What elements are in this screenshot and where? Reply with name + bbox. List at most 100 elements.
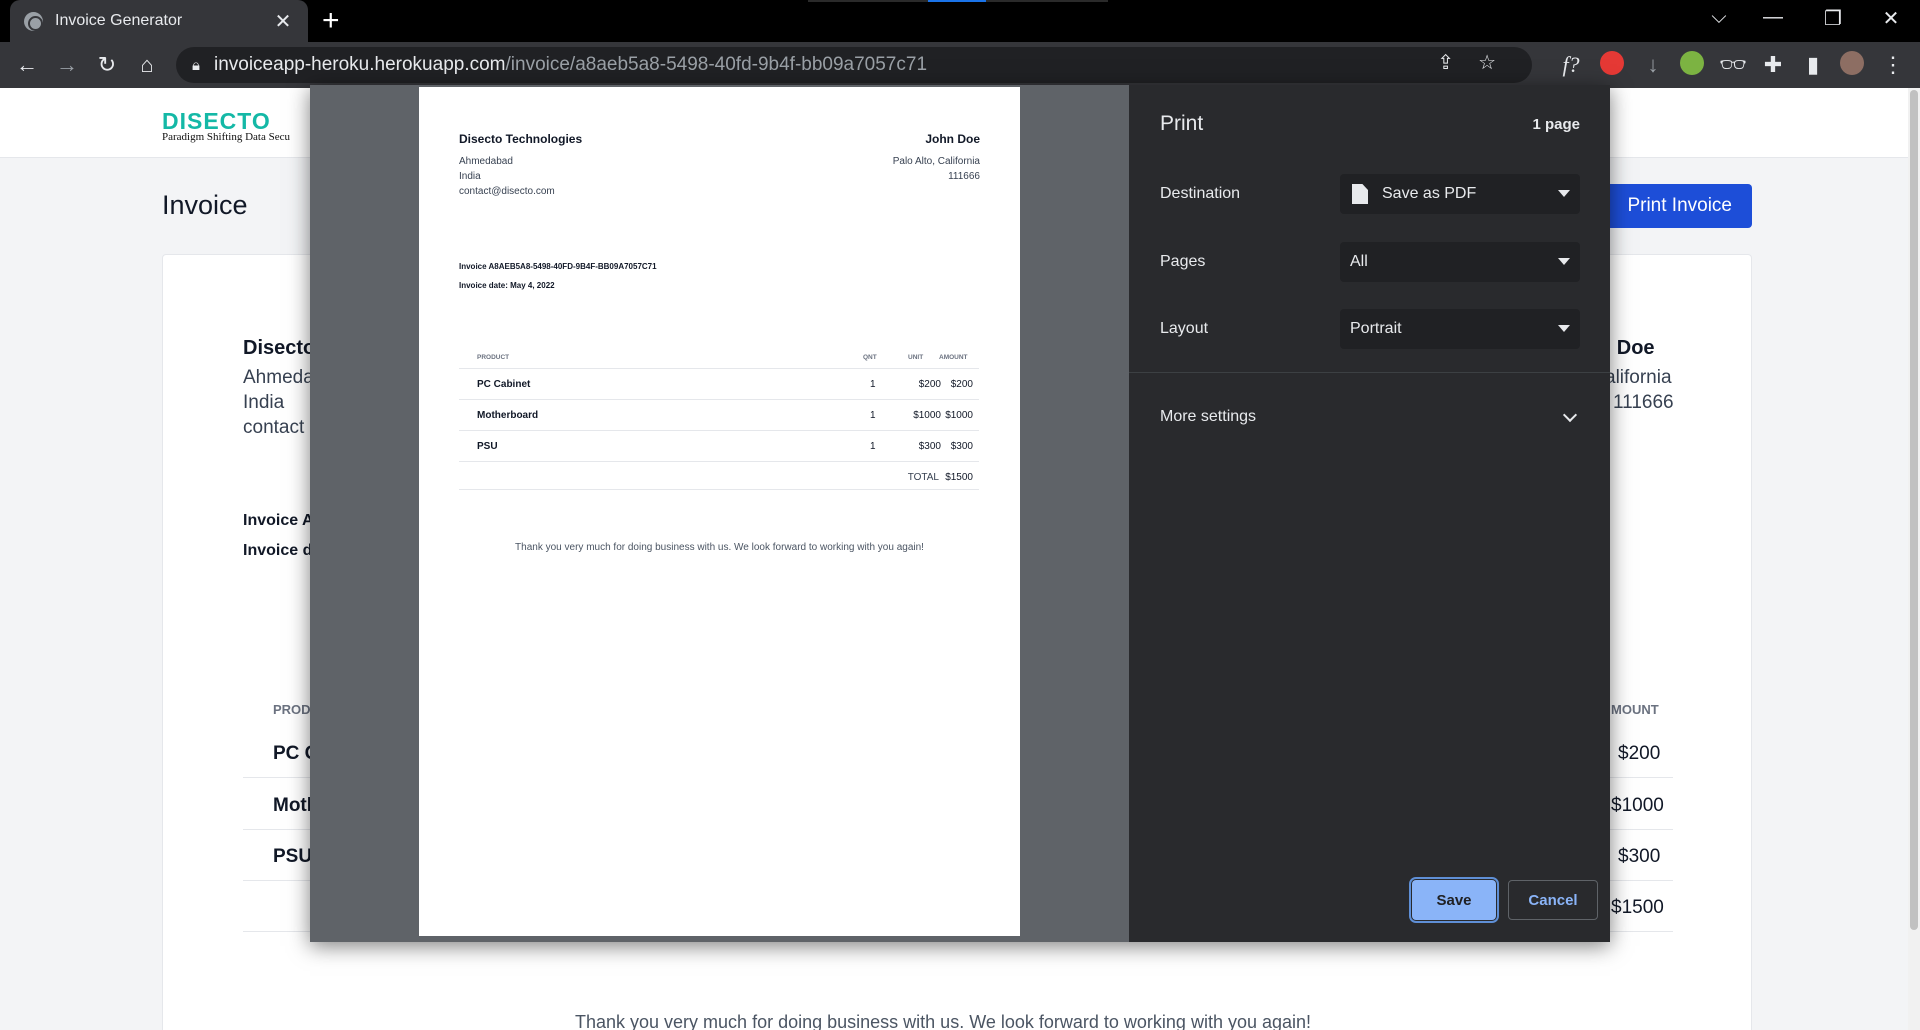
company-email: contact — [243, 417, 305, 438]
home-icon[interactable]: ⌂ — [132, 50, 162, 80]
close-tab-icon[interactable]: ✕ — [272, 9, 294, 34]
side-panel-icon[interactable]: ▮ — [1798, 50, 1828, 80]
preview-company-email: contact@disecto.com — [459, 186, 555, 197]
preview-row-product: PC Cabinet — [477, 379, 531, 390]
dropdown-caret-icon — [1558, 190, 1570, 197]
dropdown-caret-icon — [1558, 258, 1570, 265]
preview-client-zip: 111666 — [948, 171, 980, 182]
preview-company-country: India — [459, 171, 481, 182]
menu-kebab-icon[interactable]: ⋮ — [1878, 50, 1908, 80]
row-amount: $200 — [1618, 743, 1661, 764]
forward-icon[interactable]: → — [52, 50, 82, 80]
preview-col-product: PRODUCT — [477, 354, 510, 361]
print-preview-area: Disecto Technologies Ahmedabad India con… — [310, 85, 1129, 942]
invoice-number: Invoice A — [243, 512, 314, 529]
profile-avatar[interactable] — [1840, 51, 1864, 75]
preview-invoice-number: Invoice A8AEB5A8-5498-40FD-9B4F-BB09A705… — [459, 262, 657, 271]
pages-select[interactable]: All — [1340, 242, 1580, 282]
row-amount: $1000 — [1611, 795, 1664, 816]
layout-select[interactable]: Portrait — [1340, 309, 1580, 349]
extensions-puzzle-icon[interactable]: ✚ — [1758, 50, 1788, 80]
document-icon — [1352, 184, 1368, 204]
destination-label: Destination — [1160, 185, 1241, 202]
preview-row-product: PSU — [477, 441, 498, 452]
glasses-extension-icon[interactable]: 👓︎ — [1718, 50, 1748, 80]
url-path: /invoice/a8aeb5a8-5498-40fd-9b4f-bb09a70… — [505, 54, 928, 75]
pages-label: Pages — [1160, 253, 1206, 270]
stop-extension-icon[interactable] — [1600, 51, 1624, 75]
layout-value: Portrait — [1350, 320, 1402, 337]
formula-extension-icon[interactable]: f? — [1556, 50, 1586, 80]
cancel-button[interactable]: Cancel — [1508, 880, 1598, 920]
preview-thanks: Thank you very much for doing business w… — [515, 542, 924, 553]
tab-search-icon[interactable]: ⌵ — [1704, 6, 1734, 29]
browser-tab[interactable]: Invoice Generator ✕ — [10, 0, 308, 42]
page-scrollbar[interactable] — [1908, 88, 1920, 1030]
col-amount-header: MOUNT — [1611, 702, 1659, 717]
client-city: alifornia — [1605, 367, 1672, 388]
lock-icon[interactable]: 🔒︎ — [192, 57, 200, 74]
page-title: Invoice — [162, 190, 248, 220]
preview-row-unit: $1000 — [913, 410, 941, 421]
preview-divider — [459, 430, 979, 431]
preview-total-value: $1500 — [945, 472, 973, 483]
chevron-down-icon[interactable] — [1562, 407, 1578, 423]
tab-title: Invoice Generator — [55, 12, 183, 29]
preview-client-city: Palo Alto, California — [892, 156, 980, 167]
thanks-message: Thank you very much for doing business w… — [575, 1012, 1312, 1030]
download-icon[interactable]: ↓ — [1638, 50, 1668, 80]
preview-total-label: TOTAL — [907, 472, 939, 483]
settings-divider — [1129, 372, 1610, 373]
preview-row-qnt: 1 — [870, 441, 876, 452]
scrollbar-thumb[interactable] — [1910, 90, 1918, 930]
layout-label: Layout — [1160, 320, 1209, 337]
bookmark-star-icon[interactable]: ☆ — [1478, 50, 1496, 75]
preview-divider — [459, 368, 979, 369]
media-indicator — [808, 0, 1108, 2]
destination-value: Save as PDF — [1382, 185, 1477, 202]
add-extension-icon[interactable] — [1680, 51, 1704, 75]
print-invoice-button[interactable]: Print Invoice — [1592, 184, 1752, 228]
total-amount: $1500 — [1611, 897, 1664, 918]
preview-row-qnt: 1 — [870, 410, 876, 421]
share-icon[interactable]: ⇪ — [1437, 50, 1454, 75]
url-host: invoiceapp-heroku.herokuapp.com — [213, 54, 506, 75]
destination-select[interactable]: Save as PDF — [1340, 174, 1580, 214]
minimize-icon[interactable]: — — [1758, 6, 1788, 29]
more-settings-toggle[interactable]: More settings — [1160, 408, 1256, 426]
preview-invoice-date: Invoice date: May 4, 2022 — [459, 281, 555, 290]
screen: Invoice Generator ✕ + ⌵ — ❐ ✕ ← → ↻ ⌂ 🔒︎… — [0, 0, 1920, 1030]
preview-divider — [459, 461, 979, 462]
preview-col-unit: UNIT — [908, 354, 924, 361]
close-window-icon[interactable]: ✕ — [1876, 6, 1906, 31]
reload-icon[interactable]: ↻ — [92, 50, 122, 80]
preview-client: John Doe — [925, 132, 980, 146]
pages-value: All — [1350, 253, 1368, 270]
tab-strip: Invoice Generator ✕ + ⌵ — ❐ ✕ — [0, 0, 1920, 42]
restore-icon[interactable]: ❐ — [1818, 6, 1848, 31]
print-dialog: Disecto Technologies Ahmedabad India con… — [310, 85, 1610, 942]
preview-row-qnt: 1 — [870, 379, 876, 390]
new-tab-button[interactable]: + — [322, 6, 340, 36]
dropdown-caret-icon — [1558, 325, 1570, 332]
preview-row-product: Motherboard — [477, 410, 539, 421]
address-bar[interactable]: 🔒︎ invoiceapp-heroku.herokuapp.com /invo… — [176, 47, 1532, 83]
preview-company-city: Ahmedabad — [459, 156, 513, 167]
print-preview-page: Disecto Technologies Ahmedabad India con… — [419, 87, 1020, 936]
save-button[interactable]: Save — [1409, 877, 1499, 923]
preview-company: Disecto Technologies — [459, 132, 583, 146]
row-amount: $300 — [1618, 846, 1661, 867]
company-country: India — [243, 392, 285, 413]
print-settings-panel: Print 1 page Destination Save as PDF Pag… — [1129, 85, 1610, 942]
preview-row-amount: $300 — [950, 441, 973, 452]
globe-icon — [24, 11, 43, 31]
preview-divider — [459, 489, 979, 490]
back-icon[interactable]: ← — [12, 50, 42, 80]
print-title: Print — [1160, 112, 1204, 135]
company-name: Disecto — [243, 337, 316, 359]
site-tagline: Paradigm Shifting Data Secu — [162, 131, 291, 143]
preview-divider — [459, 399, 979, 400]
preview-row-unit: $300 — [918, 441, 941, 452]
print-invoice-label: Print Invoice — [1627, 195, 1732, 216]
preview-col-amount: AMOUNT — [939, 354, 968, 361]
